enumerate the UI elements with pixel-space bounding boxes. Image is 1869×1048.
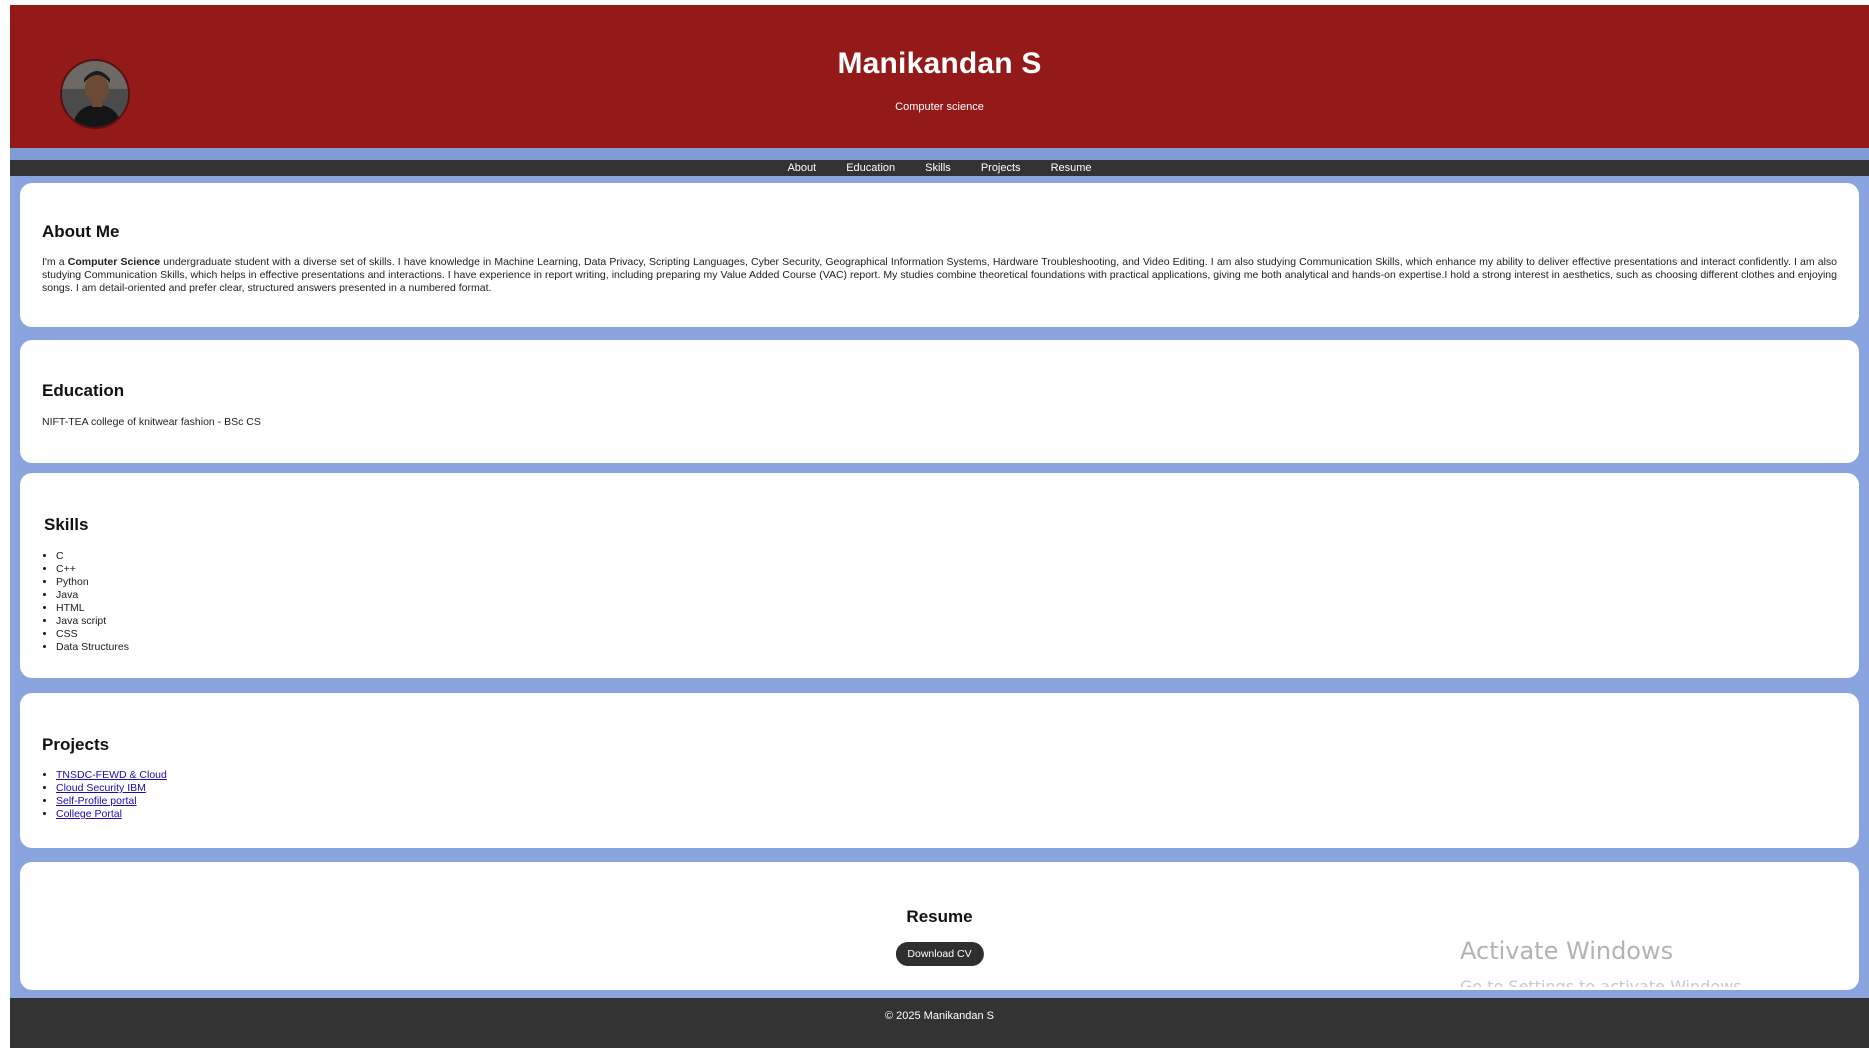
project-item: Self-Profile portal — [56, 795, 167, 808]
about-section: About Me I'm a Computer Science undergra… — [20, 183, 1859, 327]
site-header: Manikandan S Computer science — [10, 5, 1869, 148]
skill-item: Java — [56, 589, 129, 602]
skills-heading: Skills — [44, 515, 89, 534]
about-intro: I'm a — [42, 256, 68, 268]
nav-link-about[interactable]: About — [772, 160, 831, 176]
project-item: Cloud Security IBM — [56, 782, 167, 795]
projects-heading: Projects — [42, 735, 110, 754]
skill-item: C — [56, 550, 129, 563]
main-nav: About Education Skills Projects Resume — [10, 160, 1869, 176]
education-entry: NIFT-TEA college of knitwear fashion - B… — [42, 416, 261, 428]
nav-link-education[interactable]: Education — [831, 160, 910, 176]
project-link[interactable]: Self-Profile portal — [56, 795, 137, 807]
project-item: College Portal — [56, 808, 167, 821]
nav-link-skills[interactable]: Skills — [910, 160, 966, 176]
skill-item: CSS — [56, 628, 129, 641]
nav-link-resume[interactable]: Resume — [1036, 160, 1107, 176]
skill-item: C++ — [56, 563, 129, 576]
projects-section: Projects TNSDC-FEWD & Cloud Cloud Securi… — [20, 693, 1859, 848]
project-link[interactable]: Cloud Security IBM — [56, 782, 146, 794]
project-link[interactable]: TNSDC-FEWD & Cloud — [56, 769, 167, 781]
skill-item: Data Structures — [56, 641, 129, 654]
page-title: Manikandan S — [837, 47, 1042, 80]
skills-section: Skills C C++ Python Java HTML Java scrip… — [20, 473, 1859, 678]
project-link[interactable]: College Portal — [56, 808, 122, 820]
skill-item: HTML — [56, 602, 129, 615]
nav-link-projects[interactable]: Projects — [966, 160, 1036, 176]
resume-section: Resume Download CV — [20, 862, 1859, 990]
education-section: Education NIFT-TEA college of knitwear f… — [20, 340, 1859, 463]
about-body: undergraduate student with a diverse set… — [42, 256, 1837, 294]
footer-copyright: © 2025 Manikandan S — [884, 1010, 994, 1022]
activate-windows-hint: Go to Settings to activate Windows. — [1460, 977, 1747, 987]
skill-item: Java script — [56, 615, 129, 628]
project-item: TNSDC-FEWD & Cloud — [56, 769, 167, 782]
about-heading: About Me — [42, 222, 120, 241]
about-text: I'm a Computer Science undergraduate stu… — [42, 256, 1837, 295]
resume-heading: Resume — [906, 907, 973, 926]
about-highlight: Computer Science — [67, 256, 161, 268]
skills-list: C C++ Python Java HTML Java script CSS D… — [56, 550, 129, 654]
activate-windows-watermark: Activate Windows — [1460, 937, 1674, 965]
site-footer: © 2025 Manikandan S — [10, 998, 1869, 1048]
header-divider — [10, 148, 1869, 160]
page-subtitle: Computer science — [895, 101, 984, 113]
education-heading: Education — [42, 381, 125, 400]
projects-list: TNSDC-FEWD & Cloud Cloud Security IBM Se… — [56, 769, 167, 821]
skill-item: Python — [56, 576, 129, 589]
download-cv-button[interactable]: Download CV — [895, 942, 984, 966]
page: Manikandan S Computer science About Educ… — [10, 5, 1869, 1048]
